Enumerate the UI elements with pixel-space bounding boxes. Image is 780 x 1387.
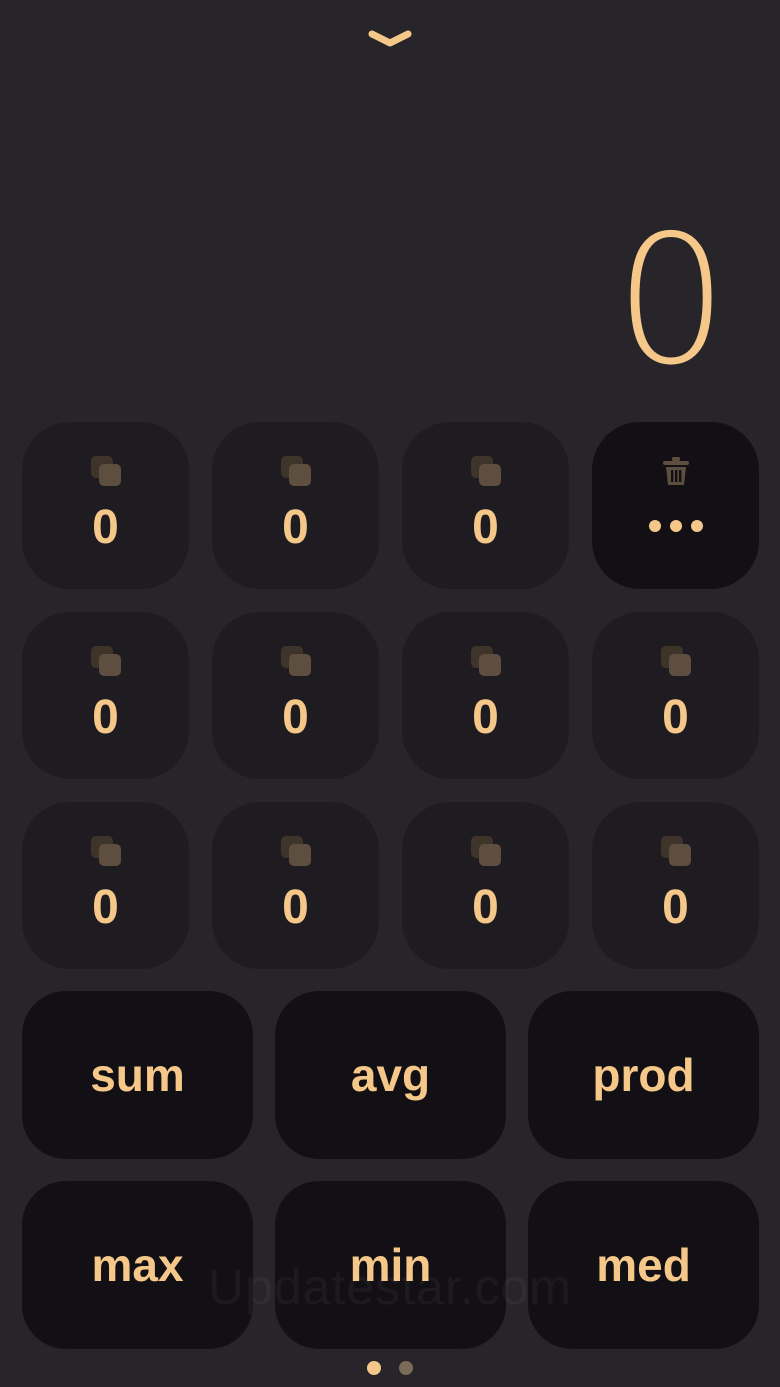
min-button[interactable]: min [275, 1181, 506, 1349]
memory-value: 0 [472, 691, 499, 744]
copy-icon[interactable] [469, 834, 503, 868]
memory-value: 0 [92, 881, 119, 934]
copy-icon[interactable] [469, 644, 503, 678]
memory-slot[interactable]: 0 [402, 612, 569, 779]
memory-grid: 0 0 0 0 0 0 0 0 0 0 0 [22, 422, 759, 969]
memory-slot[interactable]: 0 [402, 422, 569, 589]
memory-slot[interactable]: 0 [592, 802, 759, 969]
sum-button[interactable]: sum [22, 991, 253, 1159]
memory-value: 0 [92, 691, 119, 744]
trash-icon[interactable] [659, 454, 693, 488]
memory-value: 0 [92, 501, 119, 554]
clear-memory-button[interactable] [592, 422, 759, 589]
memory-value: 0 [282, 881, 309, 934]
memory-value: 0 [282, 691, 309, 744]
memory-slot[interactable]: 0 [402, 802, 569, 969]
med-button[interactable]: med [528, 1181, 759, 1349]
memory-value: 0 [662, 691, 689, 744]
memory-slot[interactable]: 0 [592, 612, 759, 779]
copy-icon[interactable] [279, 644, 313, 678]
chevron-down-icon[interactable] [365, 26, 415, 50]
max-button[interactable]: max [22, 1181, 253, 1349]
memory-value: 0 [662, 881, 689, 934]
copy-icon[interactable] [279, 454, 313, 488]
memory-slot[interactable]: 0 [212, 612, 379, 779]
page-dot-active[interactable] [367, 1361, 381, 1375]
memory-slot[interactable]: 0 [212, 802, 379, 969]
memory-slot[interactable]: 0 [22, 802, 189, 969]
operation-buttons: sum avg prod max min med [22, 991, 759, 1349]
copy-icon[interactable] [659, 644, 693, 678]
copy-icon[interactable] [279, 834, 313, 868]
memory-value: 0 [472, 881, 499, 934]
more-dots-icon[interactable] [648, 520, 703, 532]
page-indicator[interactable] [0, 1361, 780, 1375]
memory-value: 0 [472, 501, 499, 554]
memory-slot[interactable]: 0 [22, 422, 189, 589]
copy-icon[interactable] [469, 454, 503, 488]
copy-icon[interactable] [659, 834, 693, 868]
calculator-screen: 0 0 0 0 0 0 0 0 0 0 0 0 sum avg prod max… [0, 0, 780, 1387]
copy-icon[interactable] [89, 834, 123, 868]
memory-slot[interactable]: 0 [212, 422, 379, 589]
memory-slot[interactable]: 0 [22, 612, 189, 779]
prod-button[interactable]: prod [528, 991, 759, 1159]
memory-value: 0 [282, 501, 309, 554]
result-display: 0 [614, 197, 728, 404]
copy-icon[interactable] [89, 454, 123, 488]
avg-button[interactable]: avg [275, 991, 506, 1159]
copy-icon[interactable] [89, 644, 123, 678]
page-dot[interactable] [399, 1361, 413, 1375]
